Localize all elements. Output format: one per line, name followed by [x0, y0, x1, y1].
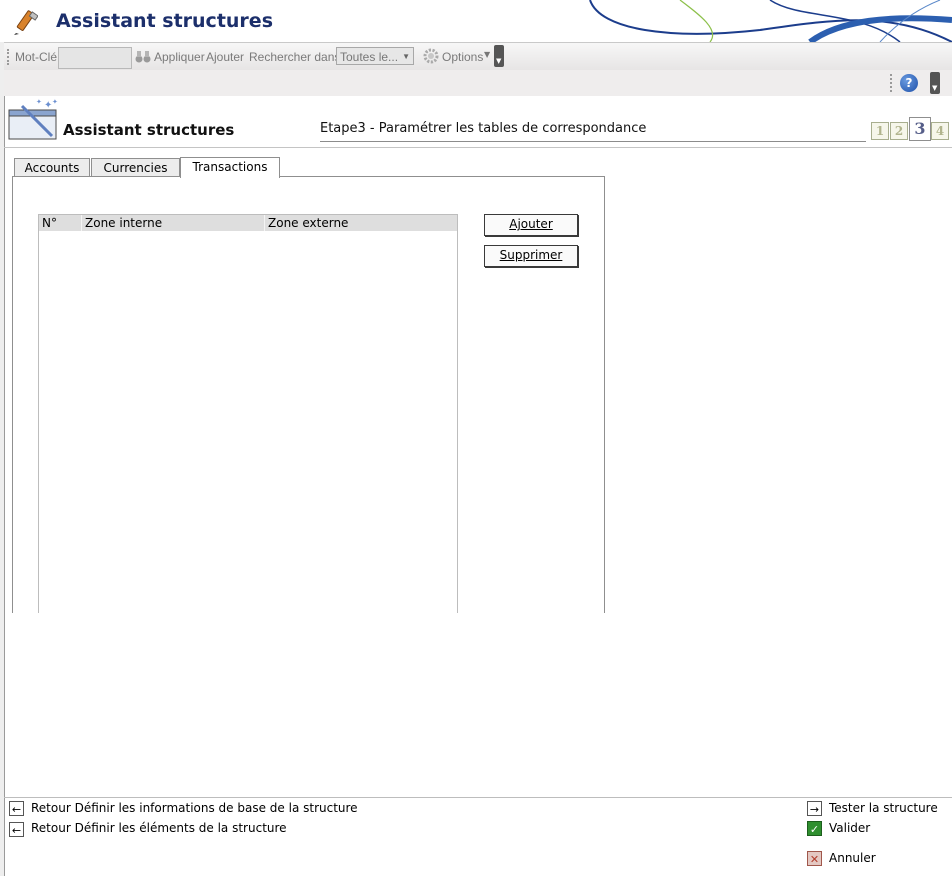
gear-icon	[423, 48, 439, 64]
supprimer-button-label: Supprimer	[499, 248, 563, 262]
tab-currencies[interactable]: Currencies	[91, 158, 180, 177]
help-bar-grip[interactable]	[890, 74, 894, 92]
toolbar-overflow-button[interactable]: ▼	[494, 45, 504, 67]
column-header-zone-interne[interactable]: Zone interne	[82, 215, 265, 231]
tab-transactions[interactable]: Transactions	[180, 157, 280, 178]
help-bar: ? ▼	[4, 70, 952, 96]
overflow-arrow-icon: ▼	[932, 84, 938, 92]
step-title-underline	[320, 141, 866, 142]
ajouter-toolbar-button[interactable]: Ajouter	[206, 50, 244, 64]
toolbar-grip[interactable]	[7, 49, 12, 65]
step-4[interactable]: 4	[931, 122, 949, 140]
svg-text:✦: ✦	[52, 98, 58, 106]
tab-accounts[interactable]: Accounts	[14, 158, 90, 177]
step-title: Etape3 - Paramétrer les tables de corres…	[320, 121, 647, 136]
step-3-current: 3	[909, 117, 931, 141]
close-icon[interactable]: ✕	[807, 851, 822, 866]
binoculars-icon	[135, 51, 151, 63]
help-overflow-button[interactable]: ▼	[930, 72, 940, 94]
header-decoration	[589, 0, 952, 42]
dropdown-arrow-icon: ▼	[402, 52, 410, 61]
appliquer-button[interactable]: Appliquer	[154, 50, 205, 64]
step-2[interactable]: 2	[890, 122, 908, 140]
rechercher-label: Rechercher dans	[249, 50, 341, 64]
help-icon[interactable]: ?	[900, 74, 918, 92]
back-link-base-info[interactable]: Retour Définir les informations de base …	[31, 801, 358, 815]
supprimer-button[interactable]: Supprimer	[484, 245, 578, 267]
toolbar: Mot-Clé Appliquer Ajouter Rechercher dan…	[4, 42, 952, 71]
options-arrow-icon: ▼	[484, 50, 491, 59]
back-link-elements[interactable]: Retour Définir les éléments de la struct…	[31, 821, 287, 835]
rechercher-select-value: Toutes le...	[340, 50, 399, 64]
column-header-zone-externe[interactable]: Zone externe	[265, 215, 457, 231]
ajouter-button[interactable]: Ajouter	[484, 214, 578, 236]
checkmark-icon[interactable]: ✓	[807, 821, 822, 836]
step-1[interactable]: 1	[871, 122, 889, 140]
footer-divider	[4, 797, 952, 798]
wizard-title: Assistant structures	[63, 121, 235, 139]
pencil-icon	[14, 10, 38, 35]
mapping-grid[interactable]: N° Zone interne Zone externe	[38, 214, 458, 613]
grid-header: N° Zone interne Zone externe	[39, 215, 457, 231]
svg-text:✦: ✦	[36, 98, 42, 106]
mot-cle-input[interactable]	[58, 47, 132, 69]
annuler-link[interactable]: Annuler	[829, 851, 876, 865]
window-left-edge	[0, 0, 5, 876]
header-divider	[4, 147, 952, 148]
mot-cle-label: Mot-Clé	[15, 50, 58, 64]
ajouter-button-label: Ajouter	[509, 217, 553, 231]
wizard-window-icon: ✦ ✦ ✦	[8, 98, 58, 140]
app-title: Assistant structures	[56, 10, 273, 32]
column-header-numero[interactable]: N°	[39, 215, 82, 231]
rechercher-select[interactable]: Toutes le... ▼	[336, 47, 414, 65]
overflow-arrow-icon: ▼	[496, 57, 502, 65]
tester-structure-link[interactable]: Tester la structure	[829, 801, 938, 815]
arrow-right-icon[interactable]: →	[807, 801, 822, 816]
valider-link[interactable]: Valider	[829, 821, 870, 835]
title-bar: Assistant structures	[0, 0, 952, 42]
options-button[interactable]: Options	[442, 50, 483, 64]
arrow-left-icon[interactable]: ←	[9, 822, 24, 837]
arrow-left-icon[interactable]: ←	[9, 801, 24, 816]
